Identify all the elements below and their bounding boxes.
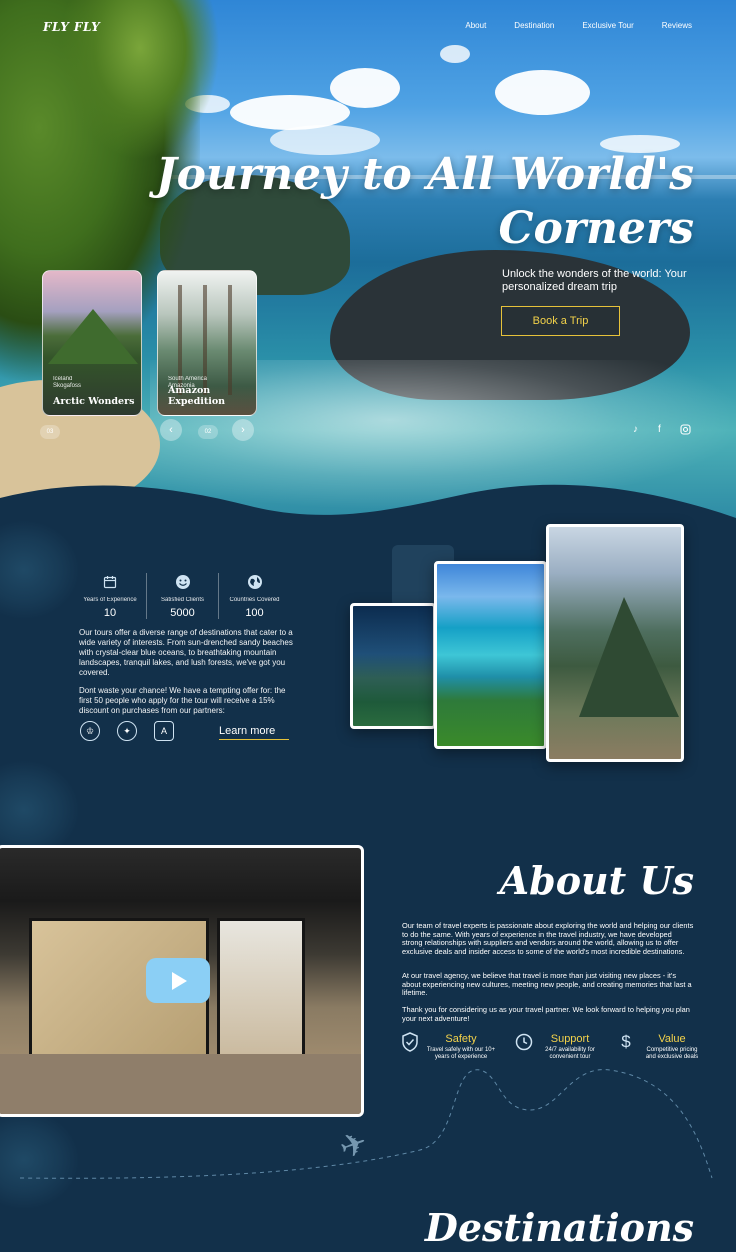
- feature-title: Value: [658, 1033, 686, 1045]
- stat-value: 5000: [170, 607, 195, 619]
- about-paragraph-2: At our travel agency, we believe that tr…: [402, 971, 692, 998]
- stats-bar: Years of Experience 10 Satisfied Clients…: [74, 573, 290, 619]
- destinations-title: Destinations: [424, 1205, 694, 1250]
- main-nav: About Destination Exclusive Tour Reviews: [465, 21, 692, 30]
- stat-clients: Satisfied Clients 5000: [146, 573, 218, 619]
- feature-desc: Travel safely with our 10+ years of expe…: [426, 1047, 496, 1060]
- stat-label: Countries Covered: [229, 597, 280, 603]
- slide-indicator-current: 03: [40, 425, 60, 439]
- star-badge-icon[interactable]: ✦: [117, 721, 137, 741]
- palm-leaf-decoration: [0, 520, 80, 620]
- feature-value: $ Value Competitive pricing and exclusiv…: [617, 1032, 703, 1061]
- learn-more-link[interactable]: Learn more: [219, 725, 275, 737]
- stat-label: Years of Experience: [83, 597, 137, 603]
- feature-title: Safety: [445, 1033, 477, 1045]
- nav-reviews[interactable]: Reviews: [662, 21, 692, 30]
- mountain-graphic: [48, 309, 138, 364]
- chevron-right-icon: ›: [241, 424, 245, 436]
- learn-more-underline-arrow: [219, 739, 289, 740]
- card-location: Iceland Skogafoss: [53, 376, 81, 390]
- next-arrow-button[interactable]: ›: [232, 419, 254, 441]
- hero-title: Journey to All World's Corners: [134, 148, 694, 256]
- globe-icon: [219, 573, 290, 591]
- tiktok-icon[interactable]: ♪: [633, 424, 638, 435]
- feature-support: Support 24/7 availability for convenient…: [515, 1033, 601, 1061]
- card-region: Iceland: [53, 376, 73, 382]
- feature-desc: Competitive pricing and exclusive deals: [645, 1047, 699, 1060]
- hero-subtitle: Unlock the wonders of the world: Your pe…: [502, 268, 687, 293]
- logo[interactable]: FLY FLY: [43, 20, 100, 34]
- feature-safety: Safety Travel safely with our 10+ years …: [401, 1032, 497, 1061]
- cloud: [330, 68, 400, 108]
- crown-badge-icon[interactable]: ♔: [80, 721, 100, 741]
- about-paragraph-3: Thank you for considering us as your tra…: [402, 1005, 690, 1023]
- hero-title-line2: Corners: [498, 203, 695, 254]
- smile-icon: [147, 573, 218, 591]
- stat-label: Satisfied Clients: [160, 597, 205, 603]
- tour-card-arctic[interactable]: Iceland Skogafoss Arctic Wonders: [42, 270, 142, 416]
- tree-trunk: [228, 285, 232, 395]
- book-trip-button[interactable]: Book a Trip: [501, 306, 620, 336]
- prev-arrow-button[interactable]: ‹: [160, 419, 182, 441]
- clock-icon: [515, 1033, 533, 1051]
- feature-title: Support: [550, 1033, 590, 1045]
- cloud: [440, 45, 470, 63]
- hero-section: FLY FLY About Destination Exclusive Tour…: [0, 0, 736, 525]
- nav-exclusive-tour[interactable]: Exclusive Tour: [582, 21, 633, 30]
- calendar-icon: [74, 573, 146, 591]
- nav-destination[interactable]: Destination: [514, 21, 554, 30]
- facebook-icon[interactable]: f: [658, 424, 661, 435]
- flight-path-decoration: [19, 1069, 713, 1179]
- card-region: South America: [168, 376, 208, 382]
- feature-desc: 24/7 availability for convenient tour: [545, 1047, 595, 1060]
- shield-check-icon: [401, 1032, 419, 1052]
- play-icon: [172, 971, 187, 990]
- partner-badges: ♔ ✦ A: [80, 721, 174, 741]
- instagram-icon[interactable]: [680, 424, 691, 438]
- stat-value: 10: [103, 607, 117, 619]
- hero-title-line1: Journey to All World's: [155, 149, 694, 200]
- nav-about[interactable]: About: [465, 21, 486, 30]
- stat-value: 100: [245, 607, 264, 619]
- card-title: Amazon Expedition: [168, 385, 226, 407]
- slide-indicator-next: 02: [198, 425, 218, 439]
- photo-night-lagoon: [350, 603, 436, 729]
- cloud: [495, 70, 590, 115]
- about-us-title: About Us: [499, 858, 694, 903]
- card-title: Arctic Wonders: [53, 396, 135, 407]
- chevron-left-icon: ‹: [169, 424, 173, 436]
- offer-paragraph: Dont waste your chance! We have a tempti…: [79, 686, 286, 715]
- tour-card-amazon[interactable]: South America Amazonia Amazon Expedition: [157, 270, 257, 416]
- play-video-button[interactable]: [146, 958, 210, 1003]
- stat-years: Years of Experience 10: [74, 573, 146, 619]
- stat-countries: Countries Covered 100: [218, 573, 290, 619]
- letter-a-badge-icon[interactable]: A: [154, 721, 174, 741]
- card-place: Skogafoss: [53, 383, 82, 389]
- photo-overwater-bungalows: [434, 561, 547, 749]
- dollar-icon: $: [621, 1032, 631, 1051]
- photo-machu-picchu: [546, 524, 684, 762]
- intro-paragraph: Our tours offer a diverse range of desti…: [79, 628, 293, 677]
- about-paragraph-1: Our team of travel experts is passionate…: [402, 921, 694, 956]
- mountain-peak: [579, 597, 679, 717]
